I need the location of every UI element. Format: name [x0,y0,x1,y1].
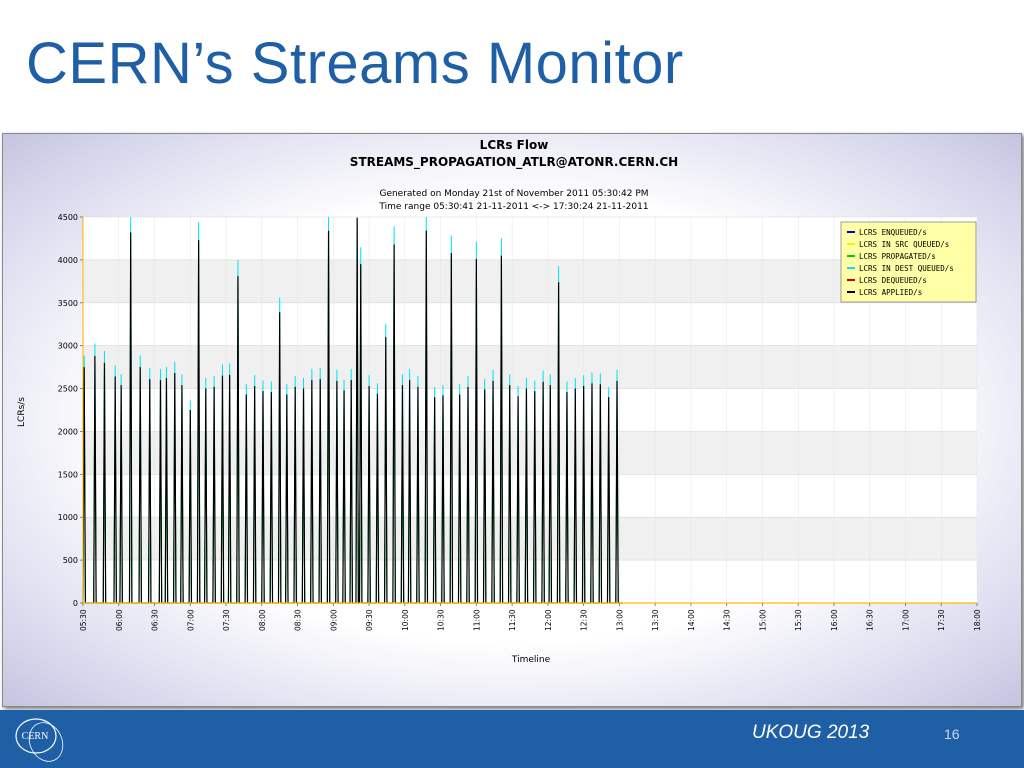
y-tick-label: 1500 [58,470,78,479]
x-tick-label: 11:30 [508,609,517,631]
x-tick-label: 07:30 [222,609,231,631]
x-tick-label: 15:30 [794,609,803,631]
x-tick-label: 09:00 [329,609,338,631]
logo-text: CERN [22,731,49,742]
x-tick-label: 06:00 [115,609,124,631]
plot-band [83,560,977,603]
x-tick-label: 17:00 [901,609,910,631]
x-tick-label: 16:30 [866,609,875,631]
slide-title: CERN’s Streams Monitor [26,31,684,96]
plot-band [83,388,977,432]
y-tick-label: 1000 [58,513,78,522]
y-tick-label: 2000 [58,427,78,436]
x-tick-label: 18:00 [973,609,982,631]
legend-label: LCRS IN SRC QUEUED/s [859,240,949,249]
lcrs-flow-chart: LCRs Flow STREAMS_PROPAGATION_ATLR@ATONR… [17,138,982,665]
x-tick-label: 11:00 [472,609,481,631]
plot-band [83,517,977,561]
legend: LCRS ENQUEUED/s LCRS IN SRC QUEUED/s LCRS … [840,221,977,303]
y-tick-label: 0 [73,599,78,608]
cern-logo: CERN [15,718,64,762]
chart-title: LCRs Flow [480,138,549,152]
plot-band [83,474,977,518]
legend-label: LCRS ENQUEUED/s [859,228,927,237]
x-axis-label: Timeline [511,655,551,665]
chart-time-range: Time range 05:30:41 21-11-2011 <-> 17:30… [378,202,648,212]
x-tick-label: 17:30 [937,609,946,631]
x-tick-label: 05:30 [79,609,88,631]
x-tick-label: 08:30 [294,609,303,631]
x-tick-label: 10:00 [401,609,410,631]
x-tick-label: 09:30 [365,609,374,631]
x-tick-label: 13:00 [615,609,624,631]
y-tick-label: 500 [63,556,78,565]
x-tick-label: 14:00 [687,609,696,631]
plot-band [83,345,977,389]
y-tick-label: 3000 [58,342,78,351]
x-tick-label: 12:30 [580,609,589,631]
legend-label: LCRS DEQUEUED/s [859,276,927,285]
x-tick-label: 15:00 [758,609,767,631]
x-tick-label: 08:00 [258,609,267,631]
chart-generated-note: Generated on Monday 21st of November 201… [379,189,648,199]
y-axis-label: LCRs/s [17,397,27,427]
x-tick-label: 16:00 [830,609,839,631]
plot-band [83,431,977,475]
y-tick-label: 4000 [58,256,78,265]
x-tick-label: 14:30 [723,609,732,631]
plot-band [83,302,977,346]
x-tick-label: 10:30 [437,609,446,631]
chart-panel: LCRs Flow STREAMS_PROPAGATION_ATLR@ATONR… [2,133,1022,707]
y-tick-label: 2500 [58,385,78,394]
x-tick-label: 12:00 [544,609,553,631]
x-tick-label: 06:30 [151,609,160,631]
x-tick-label: 07:00 [186,609,195,631]
page-number: 16 [944,726,960,742]
legend-label: LCRS APPLIED/s [859,288,922,297]
footer-bar [0,710,1024,768]
x-tick-label: 13:30 [651,609,660,631]
legend-label: LCRS PROPAGATED/s [859,252,936,261]
y-tick-label: 4500 [58,213,78,222]
footer-conference: UKOUG 2013 [752,722,870,743]
legend-label: LCRS IN DEST QUEUED/s [859,264,954,273]
chart-subtitle: STREAMS_PROPAGATION_ATLR@ATONR.CERN.CH [350,155,678,170]
y-tick-label: 3500 [58,299,78,308]
